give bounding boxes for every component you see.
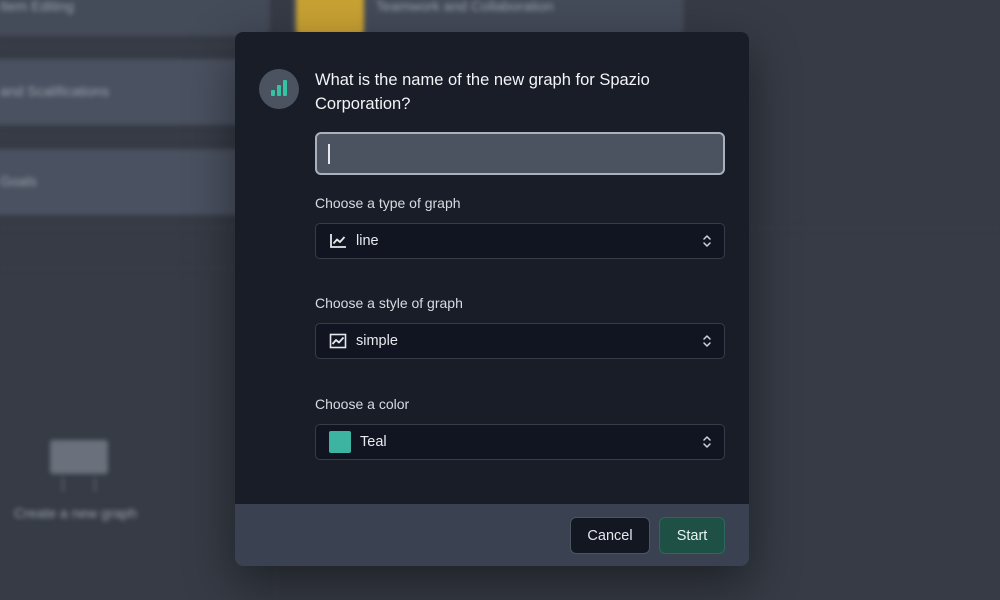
new-graph-dialog: What is the name of the new graph for Sp… bbox=[235, 32, 749, 566]
chevron-up-down-icon bbox=[703, 436, 711, 448]
start-button[interactable]: Start bbox=[659, 517, 725, 554]
background-card: and Scalifications bbox=[0, 59, 270, 125]
graph-style-value: simple bbox=[356, 333, 398, 349]
create-graph-label: Create a new graph bbox=[14, 505, 137, 521]
background-card-label: Item Editing bbox=[0, 0, 74, 14]
background-thumbnail bbox=[296, 0, 364, 36]
background-card-label: and Scalifications bbox=[0, 83, 109, 99]
bar-chart-icon bbox=[259, 69, 299, 109]
background-card-label: Teamwork and Collaboration bbox=[376, 0, 554, 14]
color-swatch bbox=[329, 431, 351, 453]
graph-type-label: Choose a type of graph bbox=[315, 195, 461, 211]
graph-style-select[interactable]: simple bbox=[315, 323, 725, 359]
chart-placeholder-icon bbox=[50, 440, 108, 474]
color-select[interactable]: Teal bbox=[315, 424, 725, 460]
background-card-label: Goals bbox=[0, 173, 37, 189]
area-chart-icon bbox=[329, 333, 347, 349]
background-card: Goals bbox=[0, 149, 270, 215]
chart-stand-icon bbox=[62, 478, 96, 492]
background-card: Item Editing bbox=[0, 0, 270, 36]
color-label: Choose a color bbox=[315, 396, 410, 412]
line-chart-icon bbox=[329, 233, 347, 249]
dialog-title: What is the name of the new graph for Sp… bbox=[315, 71, 650, 113]
text-caret bbox=[328, 144, 330, 164]
cancel-button[interactable]: Cancel bbox=[570, 517, 650, 554]
color-value: Teal bbox=[360, 434, 387, 450]
graph-type-value: line bbox=[356, 233, 379, 249]
graph-name-input[interactable] bbox=[315, 132, 725, 175]
chevron-up-down-icon bbox=[703, 335, 711, 347]
background-card: Teamwork and Collaboration bbox=[292, 0, 684, 36]
graph-style-label: Choose a style of graph bbox=[315, 295, 463, 311]
chevron-up-down-icon bbox=[703, 235, 711, 247]
dialog-footer: Cancel Start bbox=[235, 504, 749, 566]
graph-type-select[interactable]: line bbox=[315, 223, 725, 259]
